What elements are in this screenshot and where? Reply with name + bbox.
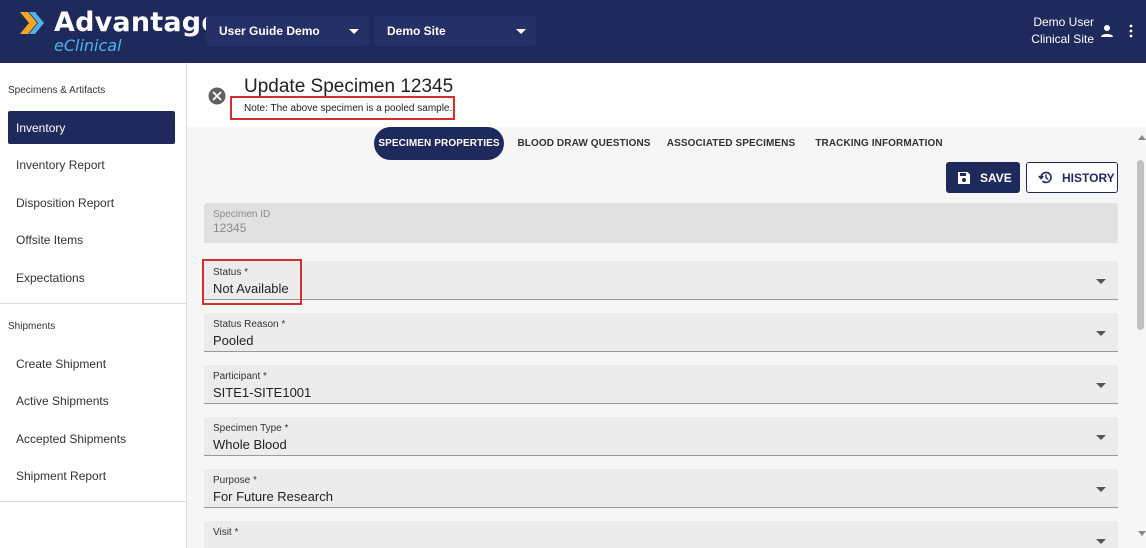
tab-blood-draw-questions[interactable]: BLOOD DRAW QUESTIONS xyxy=(515,127,653,160)
status-highlight-box xyxy=(202,259,302,305)
person-icon[interactable] xyxy=(1100,24,1114,38)
specimen-id-field: Specimen ID 12345 xyxy=(204,203,1118,243)
save-label: SAVE xyxy=(980,170,1012,185)
user-site: Clinical Site xyxy=(1031,32,1094,46)
more-vert-icon[interactable] xyxy=(1128,24,1134,38)
sidebar-item-inventory[interactable]: Inventory xyxy=(8,111,175,144)
field-label: Specimen ID xyxy=(213,209,271,220)
sidebar-nav: Specimens & Artifacts Inventory Inventor… xyxy=(0,63,187,548)
chevron-down-icon xyxy=(516,29,526,34)
sidebar-item-offsite-items[interactable]: Offsite Items xyxy=(8,223,175,256)
logo-chevron-icon xyxy=(20,12,44,34)
sidebar-item-accepted-shipments[interactable]: Accepted Shipments xyxy=(8,422,175,455)
sidebar-item-inventory-report[interactable]: Inventory Report xyxy=(8,148,175,181)
study-select-value: User Guide Demo xyxy=(219,24,320,38)
site-select-value: Demo Site xyxy=(387,24,446,38)
chevron-down-icon xyxy=(1096,383,1106,388)
note-text: Note: The above specimen is a pooled sam… xyxy=(244,102,453,114)
pooled-sample-note: Note: The above specimen is a pooled sam… xyxy=(230,96,455,120)
field-value: For Future Research xyxy=(213,489,333,504)
tab-tracking-information[interactable]: TRACKING INFORMATION xyxy=(812,127,946,160)
chevron-down-icon xyxy=(1096,487,1106,492)
brand-subtitle: eClinical xyxy=(54,36,122,55)
field-label: Purpose * xyxy=(213,475,257,486)
specimen-type-select[interactable]: Specimen Type * Whole Blood xyxy=(204,417,1118,456)
visit-select[interactable]: Visit * xyxy=(204,521,1118,548)
sidebar-divider xyxy=(0,303,187,304)
field-label: Specimen Type * xyxy=(213,423,289,434)
scroll-down-icon[interactable] xyxy=(1138,531,1146,536)
brand-name: Advantage xyxy=(54,7,220,38)
close-icon[interactable] xyxy=(208,87,226,105)
purpose-select[interactable]: Purpose * For Future Research xyxy=(204,469,1118,508)
status-select[interactable]: Status * Not Available xyxy=(204,261,1118,300)
sidebar-divider xyxy=(0,501,187,502)
tab-associated-specimens[interactable]: ASSOCIATED SPECIMENS xyxy=(665,127,797,160)
field-label: Participant * xyxy=(213,371,267,382)
field-value: SITE1-SITE1001 xyxy=(213,385,312,400)
study-select[interactable]: User Guide Demo xyxy=(206,16,369,46)
status-reason-select[interactable]: Status Reason * Pooled xyxy=(204,313,1118,352)
scroll-up-icon[interactable] xyxy=(1138,135,1146,140)
participant-select[interactable]: Participant * SITE1-SITE1001 xyxy=(204,365,1118,404)
scrollbar[interactable] xyxy=(1135,127,1146,548)
save-icon xyxy=(958,171,970,184)
site-select[interactable]: Demo Site xyxy=(374,16,536,46)
main-content: Update Specimen 12345 Note: The above sp… xyxy=(187,63,1146,548)
field-label: Status Reason * xyxy=(213,319,286,330)
chevron-down-icon xyxy=(1096,331,1106,336)
scroll-thumb[interactable] xyxy=(1137,160,1144,330)
chevron-down-icon xyxy=(1096,435,1106,440)
tab-specimen-properties[interactable]: SPECIMEN PROPERTIES xyxy=(374,127,504,160)
sidebar-item-disposition-report[interactable]: Disposition Report xyxy=(8,186,175,219)
history-icon xyxy=(1038,171,1052,184)
chevron-down-icon xyxy=(1096,539,1106,544)
history-label: HISTORY xyxy=(1062,170,1115,185)
sidebar-item-shipment-report[interactable]: Shipment Report xyxy=(8,459,175,492)
sidebar-item-active-shipments[interactable]: Active Shipments xyxy=(8,384,175,417)
field-value: 12345 xyxy=(213,221,247,235)
sidebar-item-expectations[interactable]: Expectations xyxy=(8,261,175,294)
sidebar-section-title: Specimens & Artifacts xyxy=(8,85,106,96)
sidebar-section-title: Shipments xyxy=(8,321,56,332)
history-button[interactable]: HISTORY xyxy=(1026,162,1118,193)
form-panel: SPECIMEN PROPERTIES BLOOD DRAW QUESTIONS… xyxy=(187,127,1146,548)
sidebar-item-create-shipment[interactable]: Create Shipment xyxy=(8,347,175,380)
chevron-down-icon xyxy=(1096,279,1106,284)
user-info: Demo User Clinical Site xyxy=(1031,14,1094,48)
chevron-down-icon xyxy=(349,29,359,34)
user-name: Demo User xyxy=(1033,15,1094,29)
page-title: Update Specimen 12345 xyxy=(244,76,454,97)
field-value: Pooled xyxy=(213,333,254,348)
brand-logo[interactable]: Advantage eClinical xyxy=(14,6,220,58)
field-label: Visit * xyxy=(213,527,239,538)
save-button[interactable]: SAVE xyxy=(946,162,1020,193)
top-app-bar: Advantage eClinical User Guide Demo Demo… xyxy=(0,0,1146,63)
field-value: Whole Blood xyxy=(213,437,287,452)
